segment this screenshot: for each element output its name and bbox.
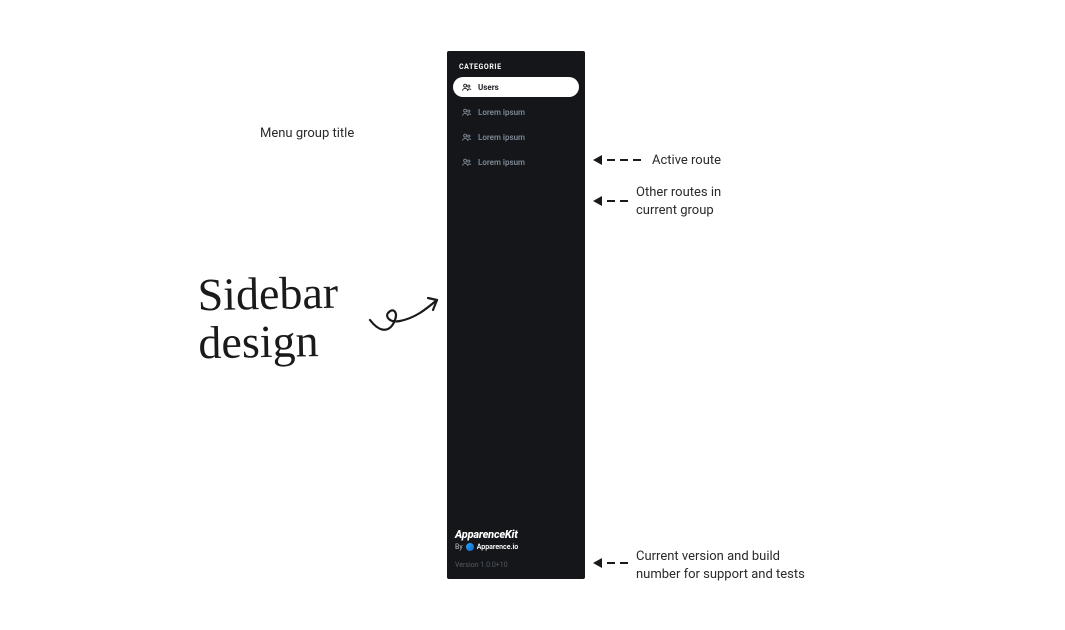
version-text: Version 1.0.0+10 xyxy=(455,561,577,569)
annotation-menu-group-title: Menu group title xyxy=(260,125,354,143)
sidebar-spacer xyxy=(453,177,579,528)
sidebar-item-users[interactable]: Users xyxy=(453,77,579,97)
sidebar-item-label: Lorem ipsum xyxy=(478,108,525,117)
sidebar-item-label: Lorem ipsum xyxy=(478,133,525,142)
brand-name: ApparenceKit xyxy=(455,528,577,541)
users-icon xyxy=(461,157,472,168)
sidebar-item-lorem-3[interactable]: Lorem ipsum xyxy=(453,152,579,172)
annotation-handwritten-title: Sidebar design xyxy=(197,269,339,368)
arrow-curvy-icon xyxy=(365,285,455,340)
annotation-active-route: Active route xyxy=(652,152,721,170)
users-icon xyxy=(461,107,472,118)
sidebar-item-lorem-1[interactable]: Lorem ipsum xyxy=(453,102,579,122)
users-icon xyxy=(461,132,472,143)
annotation-version-note: Current version and build number for sup… xyxy=(636,548,805,583)
sidebar-item-lorem-2[interactable]: Lorem ipsum xyxy=(453,127,579,147)
arrow-left-icon xyxy=(593,155,641,165)
sidebar-panel: CATEGORIE Users Lorem ipsum Lorem ipsum xyxy=(447,51,585,579)
sidebar-category-title: CATEGORIE xyxy=(453,63,579,71)
byline-name: Apparence.io xyxy=(477,543,519,551)
byline-logo-icon xyxy=(466,543,474,551)
sidebar-item-label: Users xyxy=(478,83,499,92)
brand-byline: By Apparence.io xyxy=(455,543,577,551)
sidebar-footer: ApparenceKit By Apparence.io Version 1.0… xyxy=(453,528,579,571)
arrow-left-icon xyxy=(593,558,628,568)
sidebar-item-label: Lorem ipsum xyxy=(478,158,525,167)
byline-prefix: By xyxy=(455,543,463,551)
annotation-other-routes: Other routes in current group xyxy=(636,184,721,219)
arrow-left-icon xyxy=(593,196,628,206)
users-icon xyxy=(461,82,472,93)
